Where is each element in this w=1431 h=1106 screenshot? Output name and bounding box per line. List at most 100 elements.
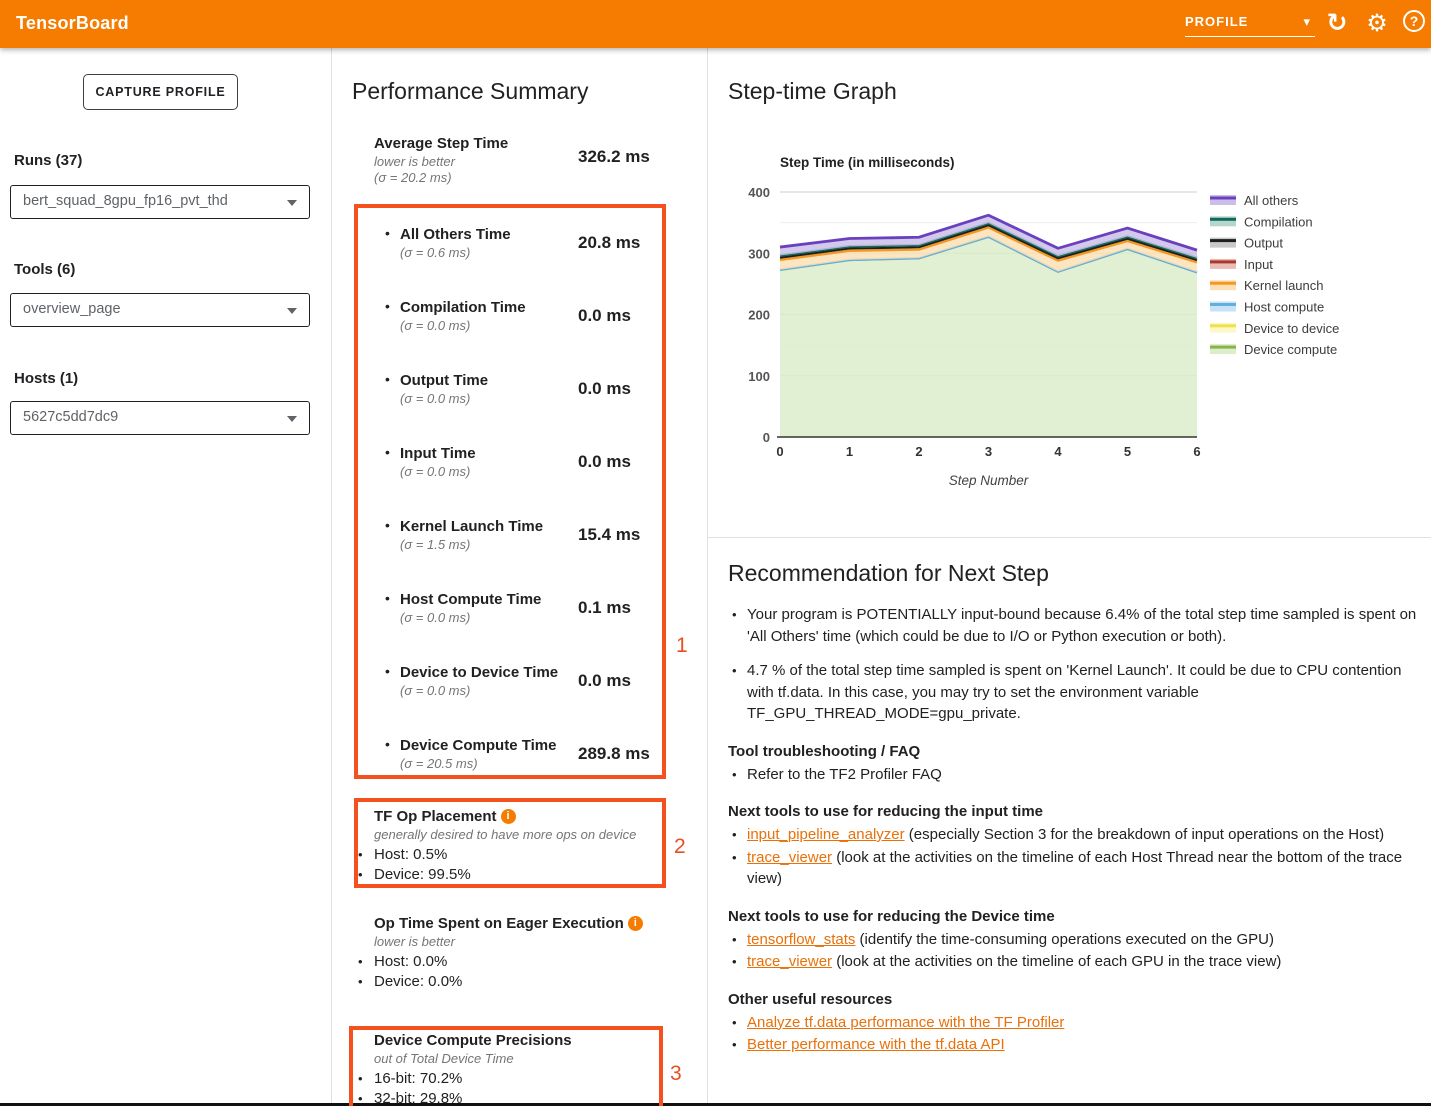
tool-link[interactable]: tensorflow_stats	[747, 931, 855, 948]
tool-link[interactable]: trace_viewer	[747, 953, 832, 970]
bullet-icon: •	[728, 1034, 747, 1056]
chevron-down-icon: ▾	[1303, 9, 1311, 35]
recommendation-section: Recommendation for Next Step •Your progr…	[728, 560, 1420, 1057]
recommendation-item: •trace_viewer (look at the activities on…	[728, 951, 1420, 973]
tool-link[interactable]: Analyze tf.data performance with the TF …	[747, 1014, 1064, 1031]
legend-label: Compilation	[1244, 214, 1313, 229]
y-tick-label: 200	[748, 308, 770, 323]
hosts-label: Hosts (1)	[14, 370, 78, 387]
app-header: TensorBoard PROFILE ▾ ↻ ⚙ ?	[0, 0, 1431, 48]
annotation-box-2	[354, 798, 666, 888]
divider	[707, 537, 1431, 538]
performance-summary-panel: Performance Summary Average Step Time lo…	[331, 48, 707, 1106]
recommendation-item: •Refer to the TF2 Profiler FAQ	[728, 764, 1420, 786]
help-icon[interactable]: ?	[1403, 10, 1425, 32]
item-text: (look at the activities on the timeline …	[832, 953, 1281, 970]
item-text: Refer to the TF2 Profiler FAQ	[747, 766, 942, 783]
legend-swatch-line	[1210, 303, 1236, 306]
bullet-icon: •	[358, 952, 374, 972]
recommendation-item: •input_pipeline_analyzer (especially Sec…	[728, 824, 1420, 846]
stat-text: Host: 0.0%	[374, 952, 447, 972]
chevron-down-icon	[287, 308, 297, 314]
annotation-box-1	[354, 204, 666, 779]
legend-swatch-line	[1210, 218, 1236, 221]
legend-swatch	[1210, 259, 1236, 269]
bullet-icon: •	[728, 824, 747, 846]
performance-summary-title: Performance Summary	[352, 78, 588, 105]
dashboard-select[interactable]: PROFILE ▾	[1185, 9, 1315, 37]
x-tick-label: 5	[1124, 444, 1131, 459]
chevron-down-icon	[287, 416, 297, 422]
legend-label: Device compute	[1244, 342, 1337, 357]
legend-label: Output	[1244, 236, 1283, 251]
eager-execution-section: Op Time Spent on Eager Executioni lower …	[374, 914, 674, 991]
legend-swatch-line	[1210, 197, 1236, 200]
y-tick-label: 400	[748, 185, 770, 200]
avg-step-time-value: 326.2 ms	[578, 147, 650, 167]
tool-link[interactable]: Better performance with the tf.data API	[747, 1036, 1005, 1053]
eager-execution-note: lower is better	[374, 933, 674, 950]
bullet-icon: •	[728, 660, 747, 725]
app-title: TensorBoard	[16, 13, 129, 34]
stat-bullet: •Device: 0.0%	[358, 972, 674, 992]
recommendation-item: •Analyze tf.data performance with the TF…	[728, 1012, 1420, 1034]
bullet-icon: •	[358, 972, 374, 992]
recommendation-bullet: •4.7 % of the total step time sampled is…	[728, 660, 1420, 725]
bullet-icon: •	[728, 1012, 747, 1034]
legend-label: All others	[1244, 193, 1299, 208]
x-tick-label: 1	[846, 444, 853, 459]
annotation-label-2: 2	[674, 835, 686, 859]
chart-title: Step Time (in milliseconds)	[780, 155, 955, 170]
tool-link[interactable]: trace_viewer	[747, 849, 832, 866]
recommendation-item: •tensorflow_stats (identify the time-con…	[728, 929, 1420, 951]
tool-link[interactable]: input_pipeline_analyzer	[747, 826, 905, 843]
tools-select[interactable]: overview_page	[10, 293, 310, 327]
legend-swatch-line	[1210, 239, 1236, 242]
legend-swatch-line	[1210, 324, 1236, 327]
avg-step-time-note: lower is better	[374, 154, 455, 169]
step-time-graph-title: Step-time Graph	[728, 78, 897, 105]
runs-select[interactable]: bert_squad_8gpu_fp16_pvt_thd	[10, 185, 310, 219]
eager-execution-title: Op Time Spent on Eager Executioni	[374, 914, 674, 933]
step-time-panel: Step-time Graph 01002003004000123456Step…	[707, 48, 1431, 1106]
legend-label: Host compute	[1244, 300, 1324, 315]
capture-profile-button[interactable]: CAPTURE PROFILE	[83, 74, 238, 110]
recommendation-item: •Better performance with the tf.data API	[728, 1034, 1420, 1056]
annotation-box-3	[349, 1026, 663, 1106]
x-tick-label: 2	[915, 444, 922, 459]
bullet-icon: •	[728, 604, 747, 647]
runs-label: Runs (37)	[14, 152, 82, 169]
legend-swatch-line	[1210, 346, 1236, 349]
legend-label: Kernel launch	[1244, 278, 1324, 293]
recommendation-text: 4.7 % of the total step time sampled is …	[747, 660, 1420, 725]
annotation-label-3: 3	[670, 1062, 682, 1086]
hosts-select[interactable]: 5627c5dd7dc9	[10, 401, 310, 435]
sidebar: CAPTURE PROFILE Runs (37) bert_squad_8gp…	[0, 48, 331, 1106]
info-icon[interactable]: i	[628, 916, 643, 931]
tools-label: Tools (6)	[14, 261, 75, 278]
x-tick-label: 3	[985, 444, 992, 459]
x-tick-label: 0	[776, 444, 783, 459]
gear-icon[interactable]: ⚙	[1362, 8, 1392, 40]
bullet-icon: •	[728, 929, 747, 951]
stat-text: Device: 0.0%	[374, 972, 462, 992]
avg-step-time-label: Average Step Time	[374, 135, 508, 152]
step-time-chart[interactable]: 01002003004000123456Step Time (in millis…	[720, 140, 1420, 500]
refresh-icon[interactable]: ↻	[1322, 8, 1352, 38]
y-tick-label: 100	[748, 369, 770, 384]
legend-swatch	[1210, 323, 1236, 333]
y-tick-label: 0	[763, 430, 770, 445]
tensorboard-profile-page: TensorBoard PROFILE ▾ ↻ ⚙ ? CAPTURE PROF…	[0, 0, 1431, 1106]
recommendation-group-heading: Tool troubleshooting / FAQ	[728, 742, 1420, 761]
tools-select-value: overview_page	[23, 301, 121, 317]
recommendation-group-heading: Next tools to use for reducing the Devic…	[728, 907, 1420, 926]
item-text: (identify the time-consuming operations …	[855, 931, 1274, 948]
recommendation-group-heading: Next tools to use for reducing the input…	[728, 802, 1420, 821]
avg-step-time-sigma: (σ = 20.2 ms)	[374, 170, 452, 185]
legend-label: Input	[1244, 257, 1273, 272]
bullet-icon: •	[728, 764, 747, 786]
recommendation-group-heading: Other useful resources	[728, 990, 1420, 1009]
dashboard-select-value: PROFILE	[1185, 14, 1248, 29]
x-tick-label: 4	[1054, 444, 1062, 459]
chevron-down-icon	[287, 200, 297, 206]
